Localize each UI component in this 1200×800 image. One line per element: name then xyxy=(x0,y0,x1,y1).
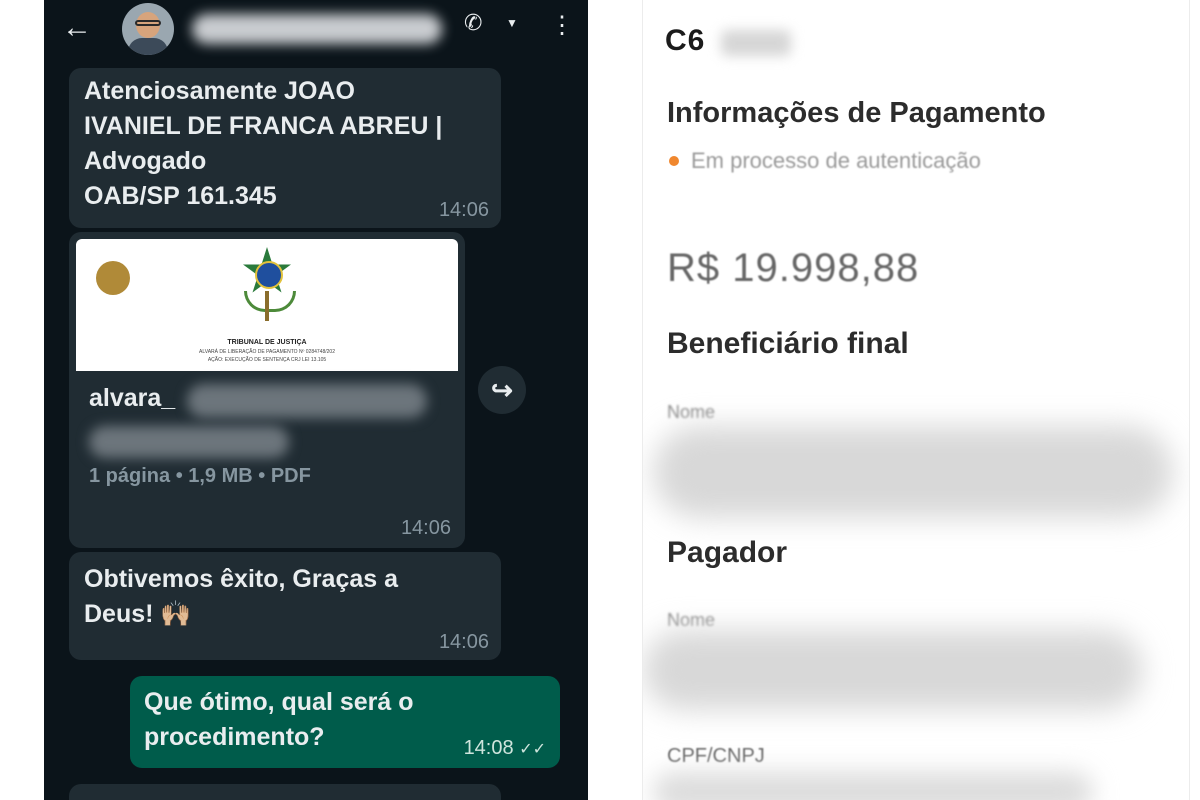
message-time: 14:06 xyxy=(438,631,489,653)
payer-title: Pagador xyxy=(667,536,788,569)
message-text: Obtivemos êxito, Graças a Deus! 🙌🏼 xyxy=(84,565,399,628)
read-ticks-icon: ✓✓ xyxy=(519,741,546,758)
phone-icon[interactable]: ✆ xyxy=(464,10,482,36)
document-name-redacted xyxy=(89,426,289,458)
message-text: Atenciosamente JOAO IVANIEL DE FRANCA AB… xyxy=(84,77,443,210)
payment-amount: R$ 19.998,88 xyxy=(667,246,920,290)
message-bubble-outgoing[interactable]: Que ótimo, qual será o procedimento? 14:… xyxy=(130,676,560,768)
message-bubble-document[interactable]: TRIBUNAL DE JUSTIÇA ALVARÁ DE LIBERAÇÃO … xyxy=(69,232,465,548)
beneficiary-name-redacted xyxy=(653,426,1173,518)
coat-of-arms-icon xyxy=(236,247,298,329)
more-vert-icon[interactable]: ⋮ xyxy=(550,6,574,46)
message-bubble[interactable]: Obtivemos êxito, Graças a Deus! 🙌🏼 14:06 xyxy=(69,552,501,660)
message-text: Que ótimo, qual será o procedimento? xyxy=(144,688,414,751)
message-time: 14:06 xyxy=(400,517,451,539)
document-thumbnail[interactable]: TRIBUNAL DE JUSTIÇA ALVARÁ DE LIBERAÇÃO … xyxy=(76,239,458,371)
avatar[interactable] xyxy=(122,3,174,55)
document-name-redacted xyxy=(187,384,427,418)
payment-status: Em processo de autenticação xyxy=(691,148,981,173)
message-time: 14:06 xyxy=(438,199,489,221)
message-bubble-partial[interactable] xyxy=(69,784,501,800)
cpf-cnpj-redacted xyxy=(653,772,1093,800)
bank-logo-suffix xyxy=(721,30,791,56)
chat-header: ← ✆ ▼ ⋮ xyxy=(44,0,588,58)
document-heading: TRIBUNAL DE JUSTIÇA xyxy=(227,339,307,346)
contact-name-redacted[interactable] xyxy=(192,14,442,44)
status-dot-icon xyxy=(669,156,679,166)
payment-info-title: Informações de Pagamento xyxy=(667,97,1046,129)
payer-name-label: Nome xyxy=(667,610,716,630)
forward-icon[interactable]: ↪ xyxy=(478,366,526,414)
bank-screen: C6 Informações de Pagamento Em processo … xyxy=(642,0,1190,800)
message-time: 14:08 ✓✓ xyxy=(464,737,546,760)
seal-icon xyxy=(96,261,130,295)
document-line: AÇÃO: EXECUÇÃO DE SENTENÇA CRJ LEI 13.10… xyxy=(207,357,327,363)
message-time-text: 14:08 xyxy=(463,737,514,759)
back-arrow-icon[interactable]: ← xyxy=(62,8,92,48)
chat-screen: ← ✆ ▼ ⋮ Atenciosamente JOAO IVANIEL DE F… xyxy=(44,0,588,800)
document-name: alvara_ xyxy=(89,384,176,412)
beneficiary-name-label: Nome xyxy=(667,402,716,422)
payer-name-redacted xyxy=(643,630,1143,710)
message-bubble-signature[interactable]: Atenciosamente JOAO IVANIEL DE FRANCA AB… xyxy=(69,68,501,228)
beneficiary-title: Beneficiário final xyxy=(667,327,909,360)
document-meta: 1 página • 1,9 MB • PDF xyxy=(89,465,311,487)
document-line: ALVARÁ DE LIBERAÇÃO DE PAGAMENTO Nº 0284… xyxy=(199,349,335,355)
dropdown-icon[interactable]: ▼ xyxy=(506,16,518,30)
cpf-cnpj-label: CPF/CNPJ xyxy=(667,745,765,767)
bank-logo: C6 xyxy=(665,24,706,57)
